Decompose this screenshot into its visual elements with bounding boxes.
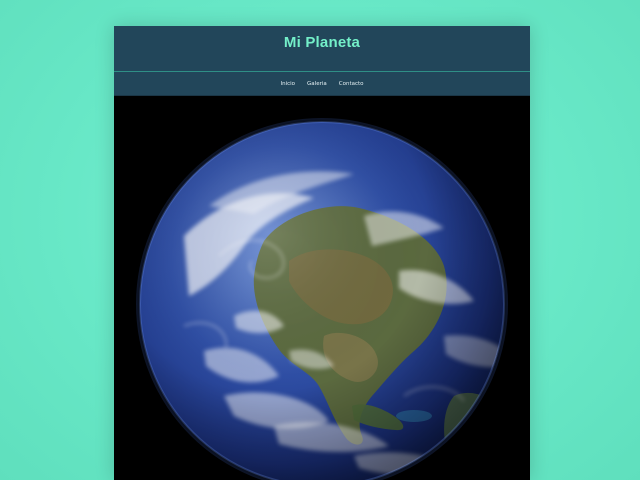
nav-link-contacto[interactable]: Contacto: [339, 81, 364, 87]
nav-link-galeria[interactable]: Galeria: [307, 81, 327, 87]
site-header: Mi Planeta: [114, 26, 530, 72]
main-nav: Inicio Galeria Contacto: [114, 72, 530, 96]
globe-shading: [140, 122, 504, 480]
hero-image: [114, 96, 530, 480]
webpage-frame: Mi Planeta Inicio Galeria Contacto: [114, 26, 530, 480]
nav-link-inicio[interactable]: Inicio: [280, 81, 295, 87]
site-title: Mi Planeta: [283, 34, 361, 51]
earth-globe-image: [136, 118, 508, 480]
